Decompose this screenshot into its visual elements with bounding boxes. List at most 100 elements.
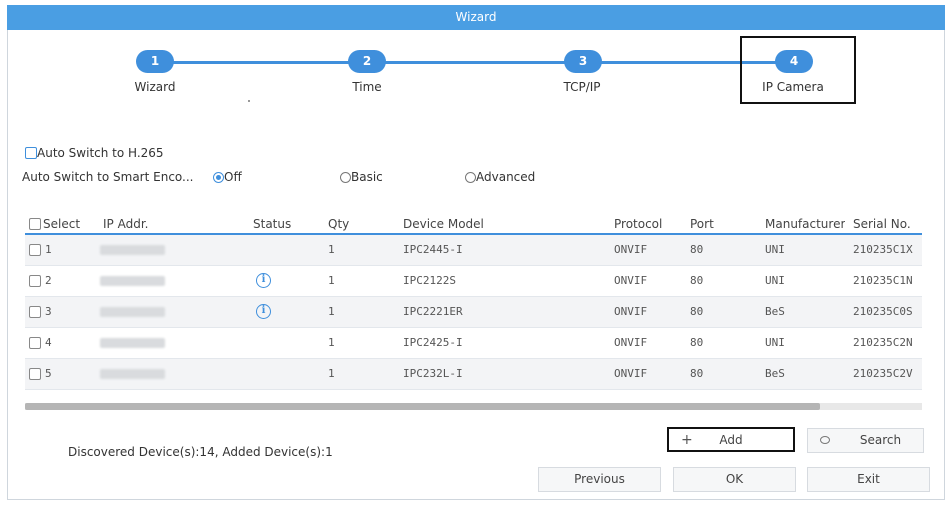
- step-2-circle[interactable]: 2: [348, 50, 386, 73]
- row-protocol: ONVIF: [614, 274, 648, 287]
- table-row[interactable]: 3 i 1 IPC2221ER ONVIF 80 BeS 210235C0S: [25, 297, 922, 328]
- row-checkbox[interactable]: [29, 337, 41, 349]
- table-row[interactable]: 2 i 1 IPC2122S ONVIF 80 UNI 210235C1N: [25, 266, 922, 297]
- horizontal-scrollbar[interactable]: [25, 403, 922, 410]
- col-serial[interactable]: Serial No.: [853, 217, 922, 231]
- row-manufacturer: BeS: [765, 367, 785, 380]
- col-select[interactable]: Select: [43, 217, 80, 231]
- exit-button[interactable]: Exit: [807, 467, 930, 492]
- row-manufacturer: UNI: [765, 243, 785, 256]
- plus-icon: +: [681, 432, 693, 448]
- row-model: IPC2425-I: [403, 336, 463, 349]
- info-icon[interactable]: i: [256, 273, 271, 288]
- row-qty: 1: [328, 274, 335, 287]
- row-model: IPC232L-I: [403, 367, 463, 380]
- search-icon: [820, 436, 830, 444]
- info-icon[interactable]: i: [256, 304, 271, 319]
- row-serial: 210235C1X: [853, 243, 913, 256]
- row-qty: 1: [328, 305, 335, 318]
- row-model: IPC2221ER: [403, 305, 463, 318]
- step-connector: [385, 61, 565, 64]
- ip-redacted: [100, 369, 165, 379]
- radio-off[interactable]: Off: [213, 170, 242, 184]
- row-serial: 210235C2N: [853, 336, 913, 349]
- row-protocol: ONVIF: [614, 336, 648, 349]
- ip-redacted: [100, 307, 165, 317]
- add-button-label: Add: [719, 433, 743, 447]
- col-model[interactable]: Device Model: [403, 217, 484, 231]
- row-serial: 210235C2V: [853, 367, 913, 380]
- device-table: Select IP Addr. Status Qty Device Model …: [25, 213, 922, 413]
- row-model: IPC2122S: [403, 274, 456, 287]
- table-row[interactable]: 5 1 IPC232L-I ONVIF 80 BeS 210235C2V: [25, 359, 922, 390]
- radio-advanced[interactable]: Advanced: [465, 170, 535, 184]
- step-2-label: Time: [352, 80, 382, 94]
- row-port: 80: [690, 305, 704, 318]
- table-row[interactable]: 4 1 IPC2425-I ONVIF 80 UNI 210235C2N: [25, 328, 922, 359]
- window-title-bar: Wizard: [7, 5, 945, 30]
- row-qty: 1: [328, 336, 335, 349]
- col-status[interactable]: Status: [253, 217, 291, 231]
- row-number: 4: [45, 336, 52, 349]
- search-button[interactable]: Search: [807, 428, 924, 453]
- h265-option[interactable]: Auto Switch to H.265: [25, 146, 164, 160]
- select-all-checkbox[interactable]: [29, 218, 41, 230]
- row-port: 80: [690, 274, 704, 287]
- row-number: 1: [45, 243, 52, 256]
- row-protocol: ONVIF: [614, 243, 648, 256]
- row-model: IPC2445-I: [403, 243, 463, 256]
- scrollbar-thumb[interactable]: [25, 403, 820, 410]
- previous-button[interactable]: Previous: [538, 467, 661, 492]
- window-title: Wizard: [455, 10, 497, 24]
- h265-label: Auto Switch to H.265: [37, 146, 164, 160]
- radio-basic-label: Basic: [351, 170, 383, 184]
- row-checkbox[interactable]: [29, 306, 41, 318]
- row-checkbox[interactable]: [29, 244, 41, 256]
- search-button-label: Search: [859, 433, 902, 447]
- row-manufacturer: UNI: [765, 274, 785, 287]
- ip-redacted: [100, 338, 165, 348]
- row-protocol: ONVIF: [614, 305, 648, 318]
- smart-encode-label: Auto Switch to Smart Enco...: [22, 170, 194, 184]
- ok-button[interactable]: OK: [673, 467, 796, 492]
- step-3-circle[interactable]: 3: [564, 50, 602, 73]
- row-port: 80: [690, 336, 704, 349]
- col-ip[interactable]: IP Addr.: [103, 217, 148, 231]
- row-manufacturer: UNI: [765, 336, 785, 349]
- row-number: 5: [45, 367, 52, 380]
- col-manufacturer[interactable]: Manufacturer: [765, 217, 845, 231]
- current-step-highlight: [740, 36, 856, 104]
- h265-checkbox[interactable]: [25, 147, 37, 159]
- table-header: Select IP Addr. Status Qty Device Model …: [25, 213, 922, 235]
- smart-encode-row: Auto Switch to Smart Enco...: [22, 170, 194, 184]
- col-qty[interactable]: Qty: [328, 217, 349, 231]
- row-checkbox[interactable]: [29, 275, 41, 287]
- radio-basic[interactable]: Basic: [340, 170, 383, 184]
- ip-redacted: [100, 276, 165, 286]
- row-qty: 1: [328, 367, 335, 380]
- row-port: 80: [690, 243, 704, 256]
- row-port: 80: [690, 367, 704, 380]
- table-row[interactable]: 1 1 IPC2445-I ONVIF 80 UNI 210235C1X: [25, 235, 922, 266]
- discovery-status: Discovered Device(s):14, Added Device(s)…: [68, 445, 333, 459]
- row-qty: 1: [328, 243, 335, 256]
- row-manufacturer: BeS: [765, 305, 785, 318]
- ip-redacted: [100, 245, 165, 255]
- step-connector: [170, 61, 360, 64]
- radio-off-label: Off: [224, 170, 242, 184]
- row-serial: 210235C1N: [853, 274, 913, 287]
- col-port[interactable]: Port: [690, 217, 714, 231]
- row-protocol: ONVIF: [614, 367, 648, 380]
- row-checkbox[interactable]: [29, 368, 41, 380]
- radio-advanced-button[interactable]: [465, 172, 476, 183]
- add-button[interactable]: + Add: [667, 427, 795, 452]
- radio-off-button[interactable]: [213, 172, 224, 183]
- step-1-circle[interactable]: 1: [136, 50, 174, 73]
- step-3-label: TCP/IP: [563, 80, 601, 94]
- step-1-label: Wizard: [134, 80, 176, 94]
- row-serial: 210235C0S: [853, 305, 913, 318]
- radio-advanced-label: Advanced: [476, 170, 536, 184]
- radio-basic-button[interactable]: [340, 172, 351, 183]
- col-protocol[interactable]: Protocol: [614, 217, 662, 231]
- separator-dot: [248, 100, 250, 102]
